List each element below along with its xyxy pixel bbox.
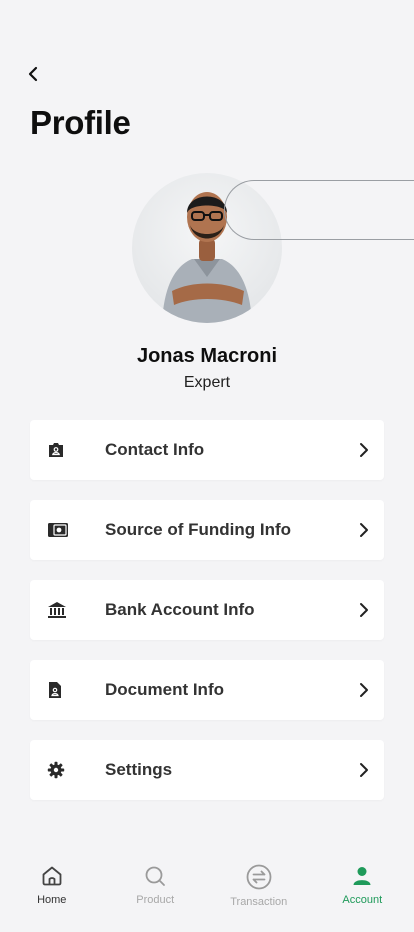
chevron-right-icon [360, 443, 368, 457]
tab-label: Home [37, 894, 67, 906]
chevron-right-icon [360, 523, 368, 537]
gear-icon [47, 761, 65, 779]
tab-transaction[interactable]: Transaction [207, 858, 311, 932]
wallet-icon [48, 523, 68, 537]
chevron-right-icon [360, 683, 368, 697]
tab-product[interactable]: Product [104, 858, 208, 932]
bank-icon [48, 602, 66, 618]
tab-label: Product [136, 894, 175, 906]
chevron-right-icon [360, 603, 368, 617]
menu-item-document-info[interactable]: Document Info [30, 660, 384, 720]
bottom-tab-bar: Home Product Transaction Account [0, 858, 414, 932]
menu-label: Bank Account Info [105, 600, 255, 619]
chevron-left-icon [28, 66, 38, 82]
menu-label: Settings [105, 760, 173, 779]
page-title: Profile [30, 104, 131, 141]
back-button[interactable] [22, 62, 44, 86]
menu-label: Source of Funding Info [105, 520, 292, 539]
transfer-icon [246, 864, 272, 890]
menu-item-source-of-funding-info[interactable]: Source of Funding Info [30, 500, 384, 560]
menu-label: Document Info [105, 680, 224, 699]
menu-item-bank-account-info[interactable]: Bank Account Info [30, 580, 384, 640]
tab-label: Account [342, 894, 383, 906]
user-icon [353, 867, 371, 885]
tab-account[interactable]: Account [311, 858, 414, 932]
home-icon [42, 866, 62, 886]
user-role: Expert [183, 374, 231, 391]
contact-card-icon [49, 443, 63, 457]
search-icon [145, 866, 166, 886]
tab-home[interactable]: Home [0, 858, 104, 932]
profile-menu: Contact Info Source of Funding Info Bank… [30, 420, 384, 820]
menu-label: Contact Info [105, 440, 205, 459]
document-icon [49, 682, 61, 698]
tab-label: Transaction [230, 896, 288, 908]
menu-item-settings[interactable]: Settings [30, 740, 384, 800]
avatar-callout [224, 180, 414, 240]
chevron-right-icon [360, 763, 368, 777]
user-name: Jonas Macroni [136, 345, 278, 367]
menu-item-contact-info[interactable]: Contact Info [30, 420, 384, 480]
